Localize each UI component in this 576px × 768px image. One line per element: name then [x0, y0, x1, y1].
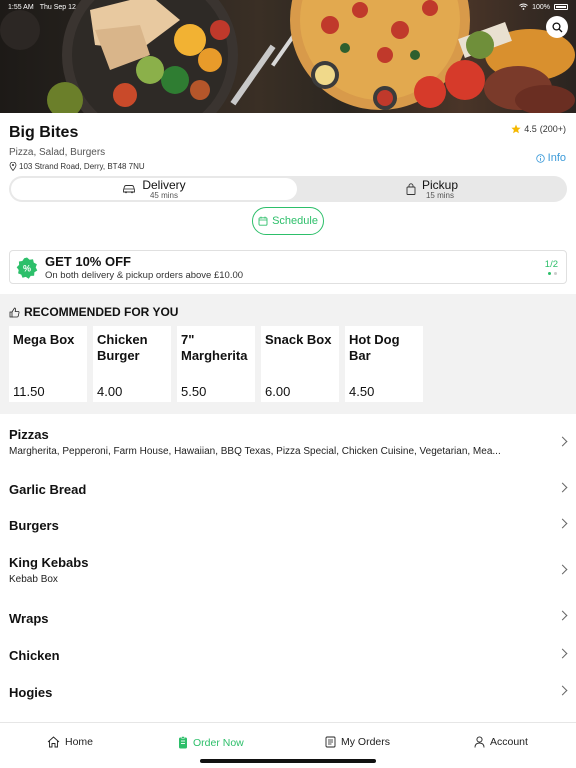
pickup-option[interactable]: Pickup 15 mins — [299, 178, 565, 200]
item-price: 5.50 — [181, 384, 207, 399]
category-title: King Kebabs — [9, 555, 89, 570]
item-name: Hot Dog Bar — [349, 332, 400, 363]
battery-icon — [554, 4, 568, 10]
menu-category-pizzas[interactable]: Pizzas Margherita, Pepperoni, Farm House… — [0, 416, 576, 466]
food-banner-illustration — [0, 0, 575, 113]
pagination-dot-active — [548, 272, 551, 275]
thumbs-up-icon — [9, 307, 20, 317]
menu-category-hogies[interactable]: Hogies — [0, 671, 576, 705]
restaurant-rating: 4.5 (200+) — [511, 124, 566, 134]
rating-value: 4.5 — [524, 124, 537, 134]
delivery-option[interactable]: Delivery 45 mins — [11, 178, 297, 200]
category-title: Hogies — [9, 685, 53, 700]
tab-account-label: Account — [490, 736, 528, 748]
category-title: Chicken — [9, 648, 60, 663]
chevron-right-icon — [557, 610, 568, 621]
tab-home[interactable]: Home — [47, 736, 93, 748]
calendar-icon — [258, 216, 268, 226]
category-subtitle: Kebab Box — [9, 574, 58, 585]
menu-category-wraps[interactable]: Wraps — [0, 596, 576, 630]
recommended-section: RECOMMENDED FOR YOU Mega Box 11.50 Chick… — [0, 294, 576, 414]
chevron-right-icon — [557, 648, 568, 659]
item-name: Chicken Burger — [97, 332, 148, 363]
star-icon — [511, 124, 521, 134]
tab-order-now[interactable]: Order Now — [178, 736, 244, 749]
location-pin-icon — [9, 162, 17, 171]
wifi-icon — [519, 3, 528, 12]
pickup-label: Pickup — [421, 177, 459, 192]
delivery-label: Delivery — [142, 177, 186, 192]
chevron-right-icon — [557, 482, 568, 493]
battery-percent: 100% — [532, 3, 550, 11]
tab-home-label: Home — [65, 736, 94, 748]
hero-banner-image: 1:55 AM Thu Sep 12 100% — [0, 0, 576, 113]
promo-banner[interactable]: % GET 10% OFF On both delivery & pickup … — [9, 250, 567, 284]
tab-order-now-label: Order Now — [193, 736, 244, 749]
item-price: 11.50 — [13, 384, 45, 399]
receipt-icon — [325, 736, 336, 748]
category-title: Burgers — [9, 518, 59, 533]
address-text: 103 Strand Road, Derry, BT48 7NU — [19, 162, 145, 171]
promo-pagination-dots — [548, 272, 557, 275]
category-title: Wraps — [9, 611, 49, 626]
recommended-carousel: Mega Box 11.50 Chicken Burger 4.00 7" Ma… — [9, 326, 423, 402]
item-price: 6.00 — [265, 384, 291, 399]
menu-category-burgers[interactable]: Burgers — [0, 504, 576, 538]
order-icon — [179, 736, 187, 749]
tab-account[interactable]: Account — [474, 736, 528, 748]
category-title: Garlic Bread — [9, 482, 87, 497]
schedule-button[interactable]: Schedule — [252, 207, 324, 235]
chevron-right-icon — [557, 436, 568, 447]
delivery-time: 45 mins — [149, 190, 178, 200]
promo-subtitle: On both delivery & pickup orders above £… — [45, 270, 244, 281]
restaurant-categories: Pizza, Salad, Burgers — [9, 147, 106, 158]
svg-text:%: % — [23, 264, 31, 274]
home-icon — [47, 736, 60, 748]
info-label: Info — [547, 152, 566, 164]
recommended-title: RECOMMENDED FOR YOU — [24, 305, 179, 319]
car-icon — [123, 185, 136, 194]
item-price: 4.00 — [97, 384, 123, 399]
recommended-item-hot-dog-bar[interactable]: Hot Dog Bar 4.50 — [345, 326, 423, 402]
item-name: Mega Box — [13, 332, 75, 347]
menu-category-garlic-bread[interactable]: Garlic Bread — [0, 468, 576, 502]
promo-page-indicator: 1/2 — [544, 259, 558, 270]
pagination-dot — [554, 272, 557, 275]
shopping-bag-icon — [406, 183, 416, 195]
recommended-item-mega-box[interactable]: Mega Box 11.50 — [9, 326, 87, 402]
promo-title: GET 10% OFF — [45, 254, 131, 269]
item-price: 4.50 — [349, 384, 375, 399]
recommended-item-chicken-burger[interactable]: Chicken Burger 4.00 — [93, 326, 171, 402]
menu-category-king-kebabs[interactable]: King Kebabs Kebab Box — [0, 542, 576, 592]
status-date: Thu Sep 12 — [39, 3, 76, 11]
home-indicator — [200, 759, 376, 763]
tab-my-orders-label: My Orders — [341, 736, 391, 748]
schedule-label: Schedule — [272, 215, 318, 227]
restaurant-name: Big Bites — [9, 124, 79, 141]
recommended-item-margherita[interactable]: 7" Margherita 5.50 — [177, 326, 255, 402]
rating-count: (200+) — [539, 124, 566, 134]
restaurant-address: 103 Strand Road, Derry, BT48 7NU — [9, 162, 145, 171]
status-bar: 1:55 AM Thu Sep 12 100% — [0, 0, 576, 14]
recommended-heading: RECOMMENDED FOR YOU — [9, 305, 178, 319]
item-name: Snack Box — [265, 332, 332, 347]
person-icon — [474, 736, 485, 748]
search-button[interactable] — [546, 16, 568, 38]
category-title: Pizzas — [9, 427, 49, 442]
pickup-time: 15 mins — [425, 190, 454, 200]
tab-my-orders[interactable]: My Orders — [325, 736, 390, 748]
search-icon — [551, 21, 562, 32]
order-type-toggle: Delivery 45 mins Pickup 15 mins — [9, 176, 567, 202]
info-icon — [535, 153, 545, 163]
chevron-right-icon — [557, 564, 568, 575]
info-button[interactable]: Info — [535, 152, 566, 164]
recommended-item-snack-box[interactable]: Snack Box 6.00 — [261, 326, 339, 402]
item-name: 7" Margherita — [181, 332, 248, 363]
discount-badge-icon: % — [16, 257, 38, 279]
category-subtitle: Margherita, Pepperoni, Farm House, Hawai… — [9, 446, 501, 457]
menu-category-chicken[interactable]: Chicken — [0, 634, 576, 668]
chevron-right-icon — [557, 518, 568, 529]
chevron-right-icon — [557, 685, 568, 696]
status-time: 1:55 AM — [8, 3, 34, 11]
